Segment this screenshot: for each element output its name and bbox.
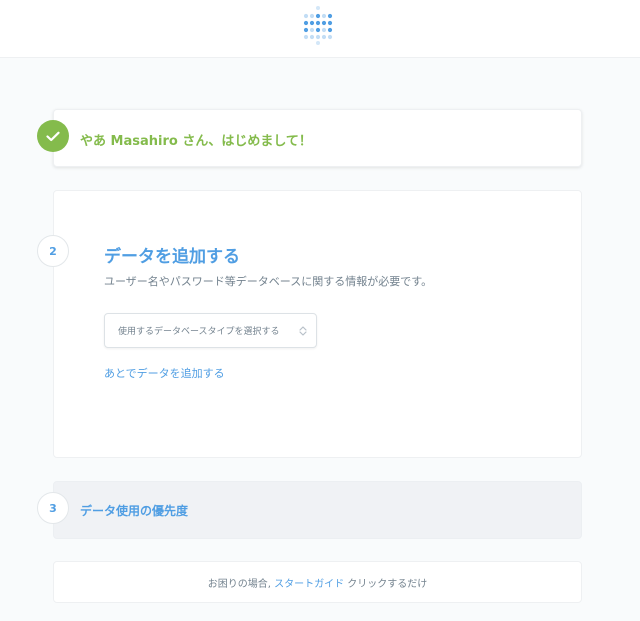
database-type-select-placeholder: 使用するデータベースタイプを選択する (118, 327, 280, 337)
top-navbar (0, 0, 640, 58)
step-complete-badge (37, 120, 69, 152)
database-type-select[interactable]: 使用するデータベースタイプを選択する (104, 313, 317, 348)
greeting-text: やあ Masahiro さん、はじめまして！ (80, 134, 312, 149)
sort-caret-icon (299, 326, 307, 336)
metabase-logo-icon[interactable] (299, 3, 339, 45)
data-priority-title: データ使用の優先度 (80, 504, 189, 518)
help-prefix: お困りの場合, (207, 579, 271, 590)
add-data-description: ユーザー名やパスワード等データベースに関する情報が必要です。 (104, 275, 433, 288)
step-number-badge: 2 (37, 235, 69, 267)
step-number-badge: 3 (37, 492, 69, 524)
help-suffix: クリックするだけ (347, 579, 428, 590)
add-data-title: データを追加する (104, 247, 240, 267)
getting-started-guide-link[interactable]: スタートガイド (274, 579, 344, 590)
add-data-later-link[interactable]: あとでデータを追加する (104, 365, 225, 381)
help-text: お困りの場合, スタートガイド クリックするだけ (53, 575, 582, 590)
checkmark-icon (46, 131, 60, 141)
